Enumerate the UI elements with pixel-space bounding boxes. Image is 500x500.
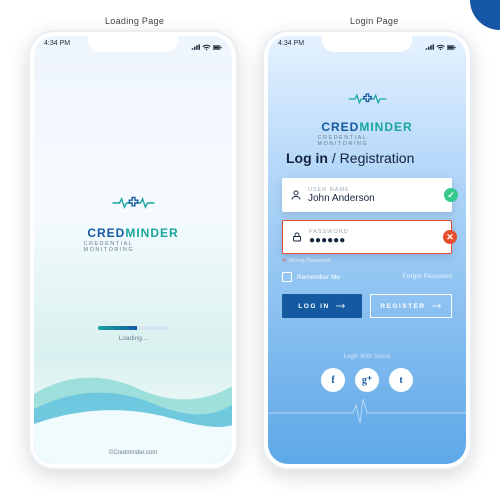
button-row: LOG IN REGISTER bbox=[282, 294, 452, 318]
username-field-card[interactable]: USER NAME ✓ bbox=[282, 178, 452, 212]
register-button-label: REGISTER bbox=[380, 303, 425, 310]
twitter-icon: t bbox=[399, 375, 402, 386]
facebook-icon: f bbox=[331, 375, 334, 386]
social-button-row: f g⁺ t bbox=[321, 368, 413, 392]
loading-page-label: Loading Page bbox=[105, 16, 164, 26]
user-icon bbox=[290, 189, 302, 201]
google-button[interactable]: g⁺ bbox=[355, 368, 379, 392]
battery-icon bbox=[447, 44, 456, 51]
brand-part2: MINDER bbox=[125, 226, 178, 240]
wave-decoration bbox=[34, 354, 232, 464]
brand-part1: CRED bbox=[321, 120, 359, 134]
wifi-icon bbox=[202, 44, 211, 51]
logo-cross-icon bbox=[348, 84, 386, 114]
footer-url: ©Credminder.com bbox=[109, 450, 157, 456]
twitter-button[interactable]: t bbox=[389, 368, 413, 392]
password-error-icon: ✕ bbox=[443, 230, 457, 244]
facebook-button[interactable]: f bbox=[321, 368, 345, 392]
brand-logo-block: CREDMINDER CREDENTIAL MONITORING bbox=[318, 84, 417, 147]
arrow-right-icon bbox=[432, 303, 442, 309]
checkbox-box[interactable] bbox=[282, 272, 292, 282]
login-button-label: LOG IN bbox=[298, 303, 329, 310]
password-field-card[interactable]: PASSWORD ✕ bbox=[282, 220, 452, 254]
brand-wordmark: CREDMINDER bbox=[321, 120, 412, 134]
error-x-icon: ✕ bbox=[282, 258, 287, 264]
loading-label: Loading... bbox=[98, 335, 168, 342]
signal-icon bbox=[425, 44, 434, 51]
remember-me-checkbox[interactable]: Remember Me bbox=[282, 272, 340, 282]
status-indicators bbox=[191, 40, 222, 54]
login-button[interactable]: LOG IN bbox=[282, 294, 362, 318]
brand-part2: MINDER bbox=[359, 120, 412, 134]
decorative-corner-circle bbox=[470, 0, 500, 30]
password-error-message: ✕Wrong Password bbox=[282, 258, 330, 264]
brand-tagline: CREDENTIAL MONITORING bbox=[84, 241, 183, 253]
remember-label: Remember Me bbox=[297, 274, 340, 281]
title-login: Log in bbox=[286, 150, 328, 166]
register-button[interactable]: REGISTER bbox=[370, 294, 452, 318]
login-phone-frame: 4:34 PM CREDMINDER CREDENTIAL MONITORING… bbox=[262, 30, 472, 470]
brand-part1: CRED bbox=[87, 226, 125, 240]
status-indicators bbox=[425, 40, 456, 54]
title-registration: Registration bbox=[340, 150, 415, 166]
login-screen: 4:34 PM CREDMINDER CREDENTIAL MONITORING… bbox=[268, 36, 466, 464]
phone-notch bbox=[322, 36, 412, 52]
status-time: 4:34 PM bbox=[44, 40, 70, 54]
login-title: Log in / Registration bbox=[286, 150, 414, 166]
forgot-password-link[interactable]: Forgot Password bbox=[403, 273, 452, 280]
google-icon: g⁺ bbox=[362, 375, 372, 386]
lock-icon bbox=[291, 231, 303, 243]
loading-progress: Loading... bbox=[98, 326, 168, 342]
title-sep: / bbox=[328, 150, 340, 166]
loading-phone-frame: 4:34 PM CREDMINDER CREDENTIAL MONITORING… bbox=[28, 30, 238, 470]
status-time: 4:34 PM bbox=[278, 40, 304, 54]
username-valid-icon: ✓ bbox=[444, 188, 458, 202]
wifi-icon bbox=[436, 44, 445, 51]
battery-icon bbox=[213, 44, 222, 51]
loading-screen: 4:34 PM CREDMINDER CREDENTIAL MONITORING… bbox=[34, 36, 232, 464]
arrow-right-icon bbox=[336, 303, 346, 309]
password-input[interactable] bbox=[309, 235, 441, 246]
username-input[interactable] bbox=[308, 193, 440, 204]
brand-tagline: CREDENTIAL MONITORING bbox=[318, 135, 417, 147]
brand-wordmark: CREDMINDER bbox=[87, 226, 178, 240]
ekg-line-decoration bbox=[268, 398, 466, 428]
social-login-label: Login With Social bbox=[344, 354, 390, 360]
brand-logo-block: CREDMINDER CREDENTIAL MONITORING bbox=[84, 186, 183, 253]
logo-cross-icon bbox=[112, 186, 154, 220]
phone-notch bbox=[88, 36, 178, 52]
signal-icon bbox=[191, 44, 200, 51]
login-page-label: Login Page bbox=[350, 16, 399, 26]
